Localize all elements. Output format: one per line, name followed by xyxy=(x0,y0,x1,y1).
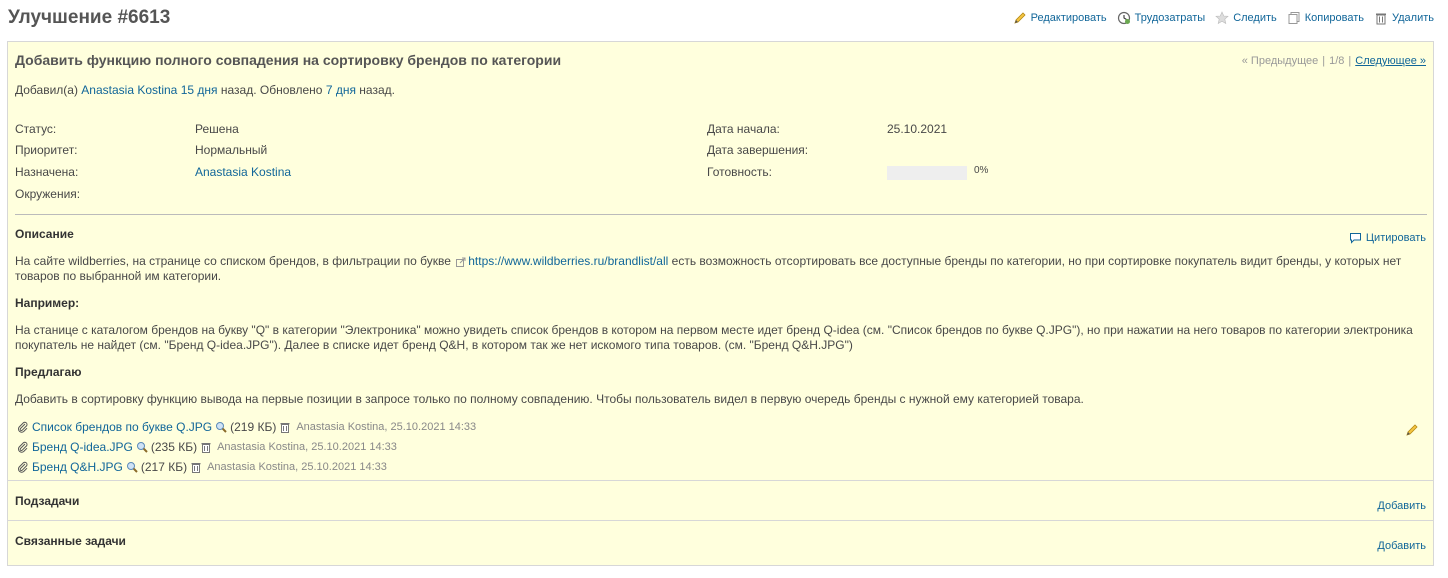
trash-icon[interactable] xyxy=(190,461,202,473)
description-paragraph-3: Добавить в сортировку функцию вывода на … xyxy=(15,392,1084,406)
paperclip-icon xyxy=(18,421,28,433)
paperclip-icon xyxy=(18,441,28,453)
created-link[interactable]: 15 дня xyxy=(181,83,218,97)
priority-value: Нормальный xyxy=(195,143,268,157)
author-mid: назад. Обновлено xyxy=(220,83,323,97)
priority-label: Приоритет: xyxy=(15,143,78,157)
magnifier-icon[interactable] xyxy=(136,441,148,453)
delete-label: Удалить xyxy=(1392,12,1434,24)
example-heading: Например: xyxy=(15,296,80,310)
issue-toolbar: Редактировать Трудозатраты Следить Копир… xyxy=(1013,11,1434,25)
description-paragraph-1: На сайте wildberries, на странице со спи… xyxy=(15,254,1425,284)
copy-icon xyxy=(1288,12,1300,24)
copy-label: Копировать xyxy=(1304,12,1364,24)
divider xyxy=(15,214,1427,215)
updated-link[interactable]: 7 дня xyxy=(326,83,356,97)
magnifier-icon[interactable] xyxy=(126,461,138,473)
issue-navigation: « Предыдущее | 1/8 | Следующее » xyxy=(1242,55,1426,67)
issue-panel: Добавить функцию полного совпадения на с… xyxy=(7,41,1434,566)
quote-button[interactable]: Цитировать xyxy=(1349,232,1426,244)
subtasks-title: Подзадачи xyxy=(15,494,80,508)
nav-separator: | xyxy=(1348,55,1352,67)
add-subtask-link[interactable]: Добавить xyxy=(1377,500,1426,512)
delete-button[interactable]: Удалить xyxy=(1374,11,1434,25)
attachment-meta: Anastasia Kostina, 25.10.2021 14:33 xyxy=(217,441,397,453)
log-time-label: Трудозатраты xyxy=(1134,12,1206,24)
author-prefix: Добавил(а) xyxy=(15,83,78,97)
trash-icon[interactable] xyxy=(200,441,212,453)
divider xyxy=(8,520,1433,521)
edit-button[interactable]: Редактировать xyxy=(1013,11,1107,25)
attachment-meta: Anastasia Kostina, 25.10.2021 14:33 xyxy=(207,461,387,473)
progress-bar xyxy=(887,166,967,180)
due-date-label: Дата завершения: xyxy=(707,143,809,157)
pencil-icon xyxy=(1014,12,1026,24)
attachment-item: Список брендов по букве Q.JPG (219 КБ) A… xyxy=(17,419,476,435)
status-label: Статус: xyxy=(15,122,57,136)
prev-link[interactable]: « Предыдущее xyxy=(1242,55,1318,67)
assignee-label: Назначена: xyxy=(15,165,79,179)
copy-button[interactable]: Копировать xyxy=(1287,11,1364,25)
external-link-icon xyxy=(456,257,466,267)
attachment-item: Бренд Q-idea.JPG (235 КБ) Anastasia Kost… xyxy=(17,439,397,455)
paperclip-icon xyxy=(18,461,28,473)
attachment-meta: Anastasia Kostina, 25.10.2021 14:33 xyxy=(296,421,477,433)
attachment-link[interactable]: Бренд Q-idea.JPG xyxy=(32,440,133,454)
description-text: На сайте wildberries, на странице со спи… xyxy=(15,254,451,268)
page-title: Улучшение #6613 xyxy=(8,7,171,28)
done-ratio-label: Готовность: xyxy=(707,165,772,179)
log-time-button[interactable]: Трудозатраты xyxy=(1117,11,1206,25)
edit-label: Редактировать xyxy=(1030,12,1107,24)
add-relation-link[interactable]: Добавить xyxy=(1377,540,1426,552)
wildberries-link[interactable]: https://www.wildberries.ru/brandlist/all xyxy=(468,254,668,268)
next-link[interactable]: Следующее » xyxy=(1355,55,1426,67)
attachment-size: (217 КБ) xyxy=(140,460,188,474)
start-date-value: 25.10.2021 xyxy=(887,122,948,136)
start-date-label: Дата начала: xyxy=(707,122,780,136)
watch-label: Следить xyxy=(1233,12,1277,24)
environment-label: Окружения: xyxy=(15,187,81,201)
divider xyxy=(8,480,1433,481)
watch-button[interactable]: Следить xyxy=(1215,11,1277,25)
author-link[interactable]: Anastasia Kostina xyxy=(81,83,177,97)
author-suffix: назад. xyxy=(359,83,395,97)
clock-icon xyxy=(1117,11,1130,25)
star-icon xyxy=(1215,11,1229,25)
issue-subject: Добавить функцию полного совпадения на с… xyxy=(15,52,562,68)
description-heading: Описание xyxy=(15,227,74,241)
magnifier-icon[interactable] xyxy=(215,421,227,433)
attachment-item: Бренд Q&H.JPG (217 КБ) Anastasia Kostina… xyxy=(17,459,387,475)
nav-position: 1/8 xyxy=(1329,55,1345,67)
relations-title: Связанные задачи xyxy=(15,534,126,548)
assignee-link[interactable]: Anastasia Kostina xyxy=(195,165,291,179)
nav-separator: | xyxy=(1322,55,1326,67)
trash-icon[interactable] xyxy=(279,421,291,433)
progress-text: 0% xyxy=(974,165,989,176)
trash-icon xyxy=(1376,13,1386,25)
edit-attachments-pencil-icon[interactable] xyxy=(1405,423,1419,437)
attachment-link[interactable]: Список брендов по букве Q.JPG xyxy=(32,420,212,434)
attachment-link[interactable]: Бренд Q&H.JPG xyxy=(32,460,123,474)
status-value: Решена xyxy=(195,122,239,136)
attachment-size: (235 КБ) xyxy=(150,440,198,454)
quote-label: Цитировать xyxy=(1365,232,1426,244)
proposal-heading: Предлагаю xyxy=(15,365,82,379)
issue-author-line: Добавил(а) Anastasia Kostina 15 дня наза… xyxy=(15,83,395,97)
attachment-size: (219 КБ) xyxy=(230,420,277,434)
speech-bubble-icon xyxy=(1349,233,1361,244)
description-paragraph-2: На станице с каталогом брендов на букву … xyxy=(15,323,1413,352)
